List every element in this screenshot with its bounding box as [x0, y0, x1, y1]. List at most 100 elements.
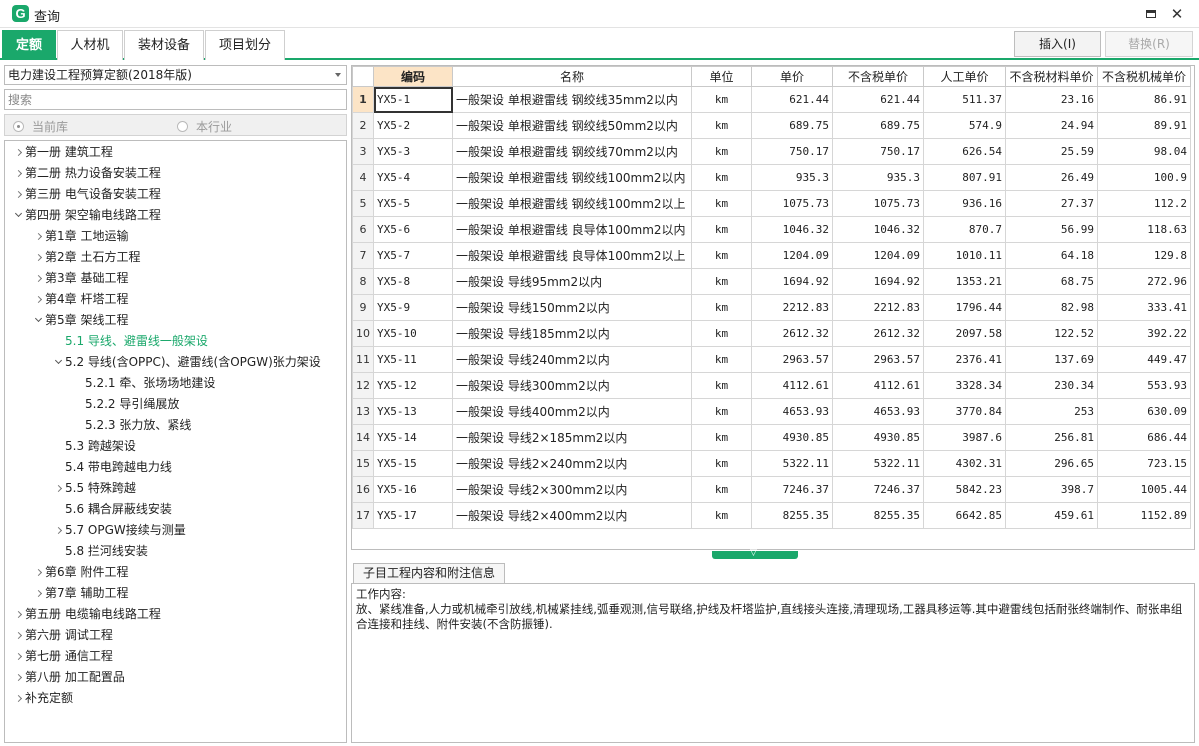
tree-item[interactable]: 第四册 架空输电线路工程 [11, 205, 161, 226]
labor-price-cell[interactable]: 5842.23 [923, 476, 1006, 503]
tree-item[interactable]: 5.8 拦河线安装 [51, 541, 148, 562]
price-cell[interactable]: 2963.57 [751, 346, 833, 373]
tree-item[interactable]: 5.2.1 牵、张场场地建设 [71, 373, 215, 394]
row-number-cell[interactable]: 16 [352, 476, 374, 503]
material-price-cell[interactable]: 82.98 [1005, 294, 1098, 321]
unit-cell[interactable]: km [691, 242, 752, 269]
row-number-cell[interactable]: 2 [352, 112, 374, 139]
table-row[interactable]: 4 YX5-4 一般架设 单根避雷线 钢绞线100mm2以内 km 935.3 935.3… [352, 164, 1191, 191]
chevron-right-icon[interactable] [11, 604, 25, 625]
machine-price-cell[interactable]: 118.63 [1097, 216, 1191, 243]
labor-price-cell[interactable]: 936.16 [923, 190, 1006, 217]
table-row[interactable]: 7 YX5-7 一般架设 单根避雷线 良导体100mm2以上 km 1204.09 120… [352, 242, 1191, 269]
chevron-right-icon[interactable] [11, 625, 25, 646]
row-number-cell[interactable]: 10 [352, 320, 374, 347]
chevron-right-icon[interactable] [11, 184, 25, 205]
code-cell[interactable]: YX5-14 [373, 424, 453, 451]
material-price-cell[interactable]: 122.52 [1005, 320, 1098, 347]
unit-cell[interactable]: km [691, 476, 752, 503]
scope-industry-radio[interactable]: 本行业 [177, 118, 232, 135]
unit-cell[interactable]: km [691, 216, 752, 243]
tree-item[interactable]: 第4章 杆塔工程 [31, 289, 128, 310]
tree-item[interactable]: 第6章 附件工程 [31, 562, 128, 583]
name-cell[interactable]: 一般架设 导线95mm2以内 [452, 268, 692, 295]
name-cell[interactable]: 一般架设 导线400mm2以内 [452, 398, 692, 425]
table-row[interactable]: 16 YX5-16 一般架设 导线2×300mm2以内 km 7246.37 7246.3… [352, 476, 1191, 503]
code-cell[interactable]: YX5-15 [373, 450, 453, 477]
price-excl-tax-cell[interactable]: 2212.83 [832, 294, 924, 321]
labor-price-cell[interactable]: 511.37 [923, 86, 1006, 113]
tree-item[interactable]: 第三册 电气设备安装工程 [11, 184, 161, 205]
tree-item[interactable]: 第一册 建筑工程 [11, 142, 113, 163]
tab-quota[interactable]: 定额 [2, 30, 56, 60]
name-cell[interactable]: 一般架设 导线2×240mm2以内 [452, 450, 692, 477]
price-cell[interactable]: 7246.37 [751, 476, 833, 503]
table-row[interactable]: 2 YX5-2 一般架设 单根避雷线 钢绞线50mm2以内 km 689.75 689.7… [352, 112, 1191, 139]
material-price-cell[interactable]: 27.37 [1005, 190, 1098, 217]
row-number-cell[interactable]: 12 [352, 372, 374, 399]
name-cell[interactable]: 一般架设 导线2×400mm2以内 [452, 502, 692, 529]
tree-item[interactable]: 第八册 加工配置品 [11, 667, 125, 688]
name-cell[interactable]: 一般架设 导线2×185mm2以内 [452, 424, 692, 451]
row-number-cell[interactable]: 9 [352, 294, 374, 321]
price-excl-tax-cell[interactable]: 689.75 [832, 112, 924, 139]
code-cell[interactable]: YX5-9 [373, 294, 453, 321]
name-cell[interactable]: 一般架设 导线300mm2以内 [452, 372, 692, 399]
labor-price-cell[interactable]: 1796.44 [923, 294, 1006, 321]
tree-item[interactable]: 第1章 工地运输 [31, 226, 128, 247]
labor-price-cell[interactable]: 626.54 [923, 138, 1006, 165]
price-cell[interactable]: 4653.93 [751, 398, 833, 425]
chevron-right-icon[interactable] [31, 226, 45, 247]
name-cell[interactable]: 一般架设 导线2×300mm2以内 [452, 476, 692, 503]
price-cell[interactable]: 689.75 [751, 112, 833, 139]
tree-item[interactable]: 5.3 跨越架设 [51, 436, 136, 457]
table-row[interactable]: 12 YX5-12 一般架设 导线300mm2以内 km 4112.61 4112.61 3… [352, 372, 1191, 399]
name-cell[interactable]: 一般架设 单根避雷线 良导体100mm2以上 [452, 242, 692, 269]
tab-equipment[interactable]: 装材设备 [124, 30, 204, 60]
chevron-right-icon[interactable] [11, 163, 25, 184]
price-cell[interactable]: 8255.35 [751, 502, 833, 529]
code-cell[interactable]: YX5-7 [373, 242, 453, 269]
price-excl-tax-cell[interactable]: 7246.37 [832, 476, 924, 503]
unit-cell[interactable]: km [691, 346, 752, 373]
name-cell[interactable]: 一般架设 单根避雷线 钢绞线35mm2以内 [452, 86, 692, 113]
chevron-right-icon[interactable] [51, 478, 65, 499]
unit-cell[interactable]: km [691, 320, 752, 347]
table-row[interactable]: 9 YX5-9 一般架设 导线150mm2以内 km 2212.83 2212.83 179… [352, 294, 1191, 321]
labor-price-cell[interactable]: 1010.11 [923, 242, 1006, 269]
price-cell[interactable]: 1075.73 [751, 190, 833, 217]
price-excl-tax-cell[interactable]: 5322.11 [832, 450, 924, 477]
material-price-cell[interactable]: 253 [1005, 398, 1098, 425]
name-cell[interactable]: 一般架设 单根避雷线 钢绞线50mm2以内 [452, 112, 692, 139]
machine-price-cell[interactable]: 333.41 [1097, 294, 1191, 321]
table-row[interactable]: 1 YX5-1 一般架设 单根避雷线 钢绞线35mm2以内 km 621.44 621.4… [352, 86, 1191, 113]
library-select[interactable]: 电力建设工程预算定额(2018年版) [4, 65, 347, 85]
tree-item[interactable]: 5.2 导线(含OPPC)、避雷线(含OPGW)张力架设 [51, 352, 321, 373]
tree-item[interactable]: 5.4 带电跨越电力线 [51, 457, 172, 478]
close-icon[interactable]: ✕ [1166, 4, 1188, 24]
tree-item[interactable]: 第2章 土石方工程 [31, 247, 140, 268]
machine-price-cell[interactable]: 272.96 [1097, 268, 1191, 295]
row-number-cell[interactable]: 3 [352, 138, 374, 165]
name-cell[interactable]: 一般架设 导线240mm2以内 [452, 346, 692, 373]
material-price-cell[interactable]: 56.99 [1005, 216, 1098, 243]
price-excl-tax-cell[interactable]: 1204.09 [832, 242, 924, 269]
price-cell[interactable]: 4930.85 [751, 424, 833, 451]
price-cell[interactable]: 1204.09 [751, 242, 833, 269]
machine-price-cell[interactable]: 553.93 [1097, 372, 1191, 399]
machine-price-cell[interactable]: 630.09 [1097, 398, 1191, 425]
code-cell[interactable]: YX5-6 [373, 216, 453, 243]
unit-cell[interactable]: km [691, 112, 752, 139]
tree-item[interactable]: 5.5 特殊跨越 [51, 478, 136, 499]
price-cell[interactable]: 2612.32 [751, 320, 833, 347]
unit-cell[interactable]: km [691, 164, 752, 191]
labor-price-cell[interactable]: 807.91 [923, 164, 1006, 191]
material-price-cell[interactable]: 459.61 [1005, 502, 1098, 529]
machine-price-cell[interactable]: 1152.89 [1097, 502, 1191, 529]
tree-item[interactable]: 第二册 热力设备安装工程 [11, 163, 161, 184]
material-price-cell[interactable]: 68.75 [1005, 268, 1098, 295]
tree-item[interactable]: 第六册 调试工程 [11, 625, 113, 646]
material-price-cell[interactable]: 137.69 [1005, 346, 1098, 373]
tree-item[interactable]: 5.6 耦合屏蔽线安装 [51, 499, 172, 520]
price-excl-tax-cell[interactable]: 4112.61 [832, 372, 924, 399]
